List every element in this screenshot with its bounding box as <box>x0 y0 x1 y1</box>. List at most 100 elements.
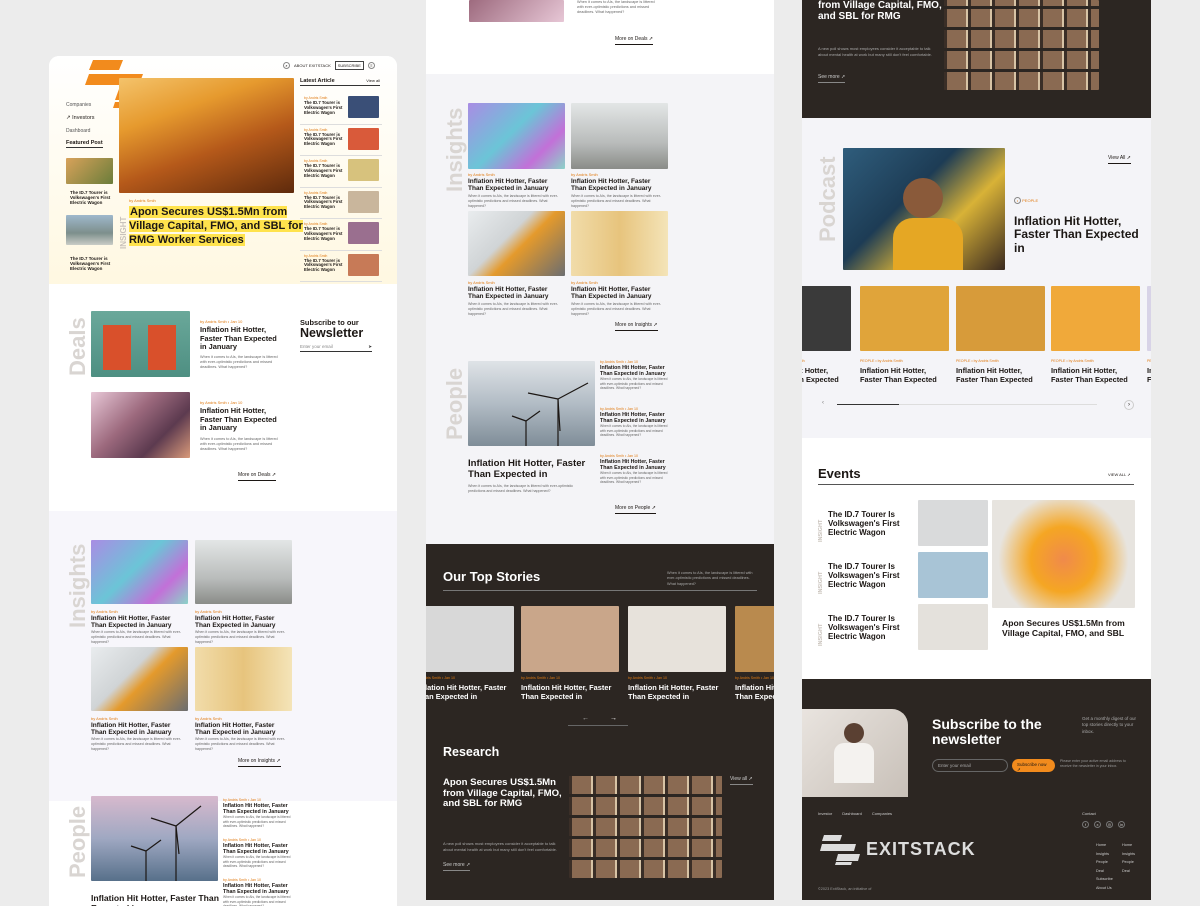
latest-item-image[interactable] <box>348 127 379 150</box>
facebook-icon[interactable]: f <box>1082 821 1089 828</box>
more-on-deals-top[interactable]: More on Deals ➚ <box>615 36 654 45</box>
footer-nav-link[interactable]: About Us <box>1096 884 1113 893</box>
story-image[interactable] <box>628 606 726 672</box>
research-image[interactable] <box>569 773 722 878</box>
events-feature-title[interactable]: Apon Secures US$1.5Mn from Village Capit… <box>1002 618 1132 638</box>
nav-investors[interactable]: Investors <box>72 115 94 121</box>
people2-main-title[interactable]: Inflation Hit Hotter, Faster Than Expect… <box>468 458 598 480</box>
people-main-title[interactable]: Inflation Hit Hotter, Faster Than Expect… <box>91 893 221 906</box>
footer-nav-link[interactable]: Insights <box>1122 850 1135 859</box>
podcast-card-title[interactable]: Inflation Hit Hotter, Faster Than Expect… <box>1051 366 1141 384</box>
podcast-card-title[interactable]: Inflation Hit Hotter, Faster Than Expect… <box>956 366 1046 384</box>
podcast-card-title[interactable]: Inflation Hit Hotter, Faster Than Expect… <box>1147 366 1151 384</box>
story-image[interactable] <box>426 606 514 672</box>
latest-item[interactable]: by Andris Smih The ID.7 Tourer is Volkswa… <box>300 219 382 251</box>
nav-dashboard[interactable]: Dashboard <box>66 125 94 138</box>
latest-item-title[interactable]: The ID.7 Tourer is Volkswagen's First El… <box>304 226 348 242</box>
featured-image-1[interactable] <box>66 158 113 184</box>
people-list-item[interactable]: by Andris Smih • Jan 10 Inflation Hit Hot… <box>600 454 670 501</box>
insights-image-1[interactable] <box>91 540 188 604</box>
insights2-title-4[interactable]: Inflation Hit Hotter, Faster Than Expect… <box>571 286 663 301</box>
people-list-item[interactable]: by Andris Smih • Jan 10 Inflation Hit Hot… <box>223 878 293 906</box>
events-view-all[interactable]: VIEW ALL ➚ <box>1108 472 1131 477</box>
people-list-item[interactable]: by Andris Smih • Jan 10 Inflation Hit Hot… <box>223 838 293 878</box>
more-on-insights-link[interactable]: More on Insights ➚ <box>238 758 281 767</box>
story-card[interactable]: by Andris Smith • Jan 10 Inflation Hit Ho… <box>426 606 514 706</box>
insights-title-1[interactable]: Inflation Hit Hotter, Faster Than Expect… <box>91 615 183 630</box>
carousel-next-icon[interactable]: → <box>610 715 617 722</box>
insights-image-4[interactable] <box>195 647 292 711</box>
deals-image-1[interactable] <box>91 311 190 377</box>
people-item-title[interactable]: Inflation Hit Hotter, Faster Than Expect… <box>223 803 293 815</box>
footer-nav-link[interactable]: Deal <box>1096 867 1113 876</box>
event-item[interactable]: INSIGHT The ID.7 Tourer Is Volkswagen's F… <box>818 500 993 552</box>
subscribe-button[interactable]: SUBSCRIBE <box>334 61 364 70</box>
latest-item[interactable]: by Andris Smih The ID.7 Tourer is Volkswa… <box>300 188 382 219</box>
podcast-view-all[interactable]: View All ➚ <box>1108 155 1132 164</box>
latest-view-all[interactable]: View all <box>366 78 380 84</box>
podcast-hero-title[interactable]: Inflation Hit Hotter, Faster Than Expect… <box>1014 214 1139 255</box>
insights-title-4[interactable]: Inflation Hit Hotter, Faster Than Expect… <box>195 722 287 737</box>
people-item-title[interactable]: Inflation Hit Hotter, Faster Than Expect… <box>223 883 293 895</box>
insights2-image-2[interactable] <box>571 103 668 169</box>
latest-item[interactable]: by Andris Smih The ID.7 Tourer is Volkswa… <box>300 125 382 156</box>
story-image[interactable] <box>521 606 619 672</box>
latest-item[interactable]: by Andris Smih The ID.7 Tourer is Volkswa… <box>300 93 382 125</box>
latest-item-title[interactable]: The ID.7 Tourer is Volkswagen's First El… <box>304 132 348 148</box>
events-feature-image[interactable] <box>992 500 1135 608</box>
people-list-item[interactable]: by Andris Smih • Jan 10 Inflation Hit Hot… <box>223 798 293 838</box>
footer-nav-link[interactable]: Home <box>1122 841 1135 850</box>
more-on-insights-2[interactable]: More on Insights ➚ <box>615 322 658 331</box>
footer-nav-link[interactable]: Home <box>1096 841 1113 850</box>
subscribe-email-input[interactable]: Enter your email <box>932 759 1008 772</box>
deals-title-1[interactable]: Inflation Hit Hotter, Faster Than Expect… <box>200 325 282 352</box>
featured-image-2[interactable] <box>66 215 113 245</box>
podcast-prev-icon[interactable]: ‹ <box>822 400 824 406</box>
latest-item-image[interactable] <box>348 96 379 118</box>
footer-nav-link[interactable]: Deal <box>1122 867 1135 876</box>
footer-nav-link[interactable]: People <box>1096 858 1113 867</box>
research-view-all[interactable]: View all ➚ <box>730 776 753 785</box>
insights-title-3[interactable]: Inflation Hit Hotter, Faster Than Expect… <box>91 722 183 737</box>
insights2-image-3[interactable] <box>468 211 565 276</box>
footer-nav-link[interactable]: Insights <box>1096 850 1113 859</box>
latest-item-image[interactable] <box>348 159 379 181</box>
about-link[interactable]: ABOUT EXITSTACK <box>294 63 331 68</box>
footer-nav-link[interactable]: Subscribe <box>1096 875 1113 884</box>
story-title[interactable]: Inflation Hit Hotter, Faster Than Expect… <box>735 683 774 701</box>
people-list-item[interactable]: by Andris Smih • Jan 10 Inflation Hit Hot… <box>600 360 670 407</box>
deals-image-2[interactable] <box>91 392 190 458</box>
story-card[interactable]: by Andris Smith • Jan 10 Inflation Hit Ho… <box>521 606 619 706</box>
story-title[interactable]: Inflation Hit Hotter, Faster Than Expect… <box>426 683 514 701</box>
people-item-title[interactable]: Inflation Hit Hotter, Faster Than Expect… <box>223 843 293 855</box>
people2-image[interactable] <box>468 361 595 446</box>
people-item-title[interactable]: Inflation Hit Hotter, Faster Than Expect… <box>600 412 670 424</box>
carousel-prev-icon[interactable]: ← <box>582 715 589 722</box>
featured-title-1[interactable]: The ID.7 Tourer is Volkswagen's First El… <box>70 190 116 206</box>
event-image[interactable] <box>918 604 988 650</box>
hero-image[interactable] <box>119 78 294 193</box>
research-top-headline[interactable]: from Village Capital, FMO, and SBL for R… <box>818 0 948 22</box>
footer-nav-link[interactable]: People <box>1122 858 1135 867</box>
people-image[interactable] <box>91 796 218 881</box>
latest-item-image[interactable] <box>348 253 379 276</box>
story-card[interactable]: by Andris Smith • Jan 10 Inflation Hit Ho… <box>628 606 726 706</box>
event-image[interactable] <box>918 552 988 598</box>
podcast-card-image[interactable] <box>1051 286 1140 351</box>
insights2-title-2[interactable]: Inflation Hit Hotter, Faster Than Expect… <box>571 178 663 193</box>
footer-link[interactable]: Investor <box>818 811 832 816</box>
people-item-title[interactable]: Inflation Hit Hotter, Faster Than Expect… <box>600 365 670 377</box>
podcast-card-title[interactable]: Inflation Hit Hotter, Faster Than Expect… <box>860 366 950 384</box>
latest-item[interactable]: by Andris Smih The ID.7 Tourer is Volkswa… <box>300 156 382 188</box>
search-icon[interactable]: ⌕ <box>283 62 290 69</box>
story-image[interactable] <box>735 606 774 672</box>
more-on-people-link[interactable]: More on People ➚ <box>615 505 656 514</box>
hero-title[interactable]: Apon Secures US$1.5Mn from Village Capit… <box>129 206 304 247</box>
featured-title-2[interactable]: The ID.7 Tourer is Volkswagen's First El… <box>70 256 116 272</box>
insights-title-2[interactable]: Inflation Hit Hotter, Faster Than Expect… <box>195 615 287 630</box>
research-headline[interactable]: Apon Secures US$1.5Mn from Village Capit… <box>443 777 568 810</box>
linkedin-icon[interactable]: in <box>1118 821 1125 828</box>
podcast-card[interactable]: PEOPLE • by Andris Smith Inflation Hit Ho… <box>802 286 852 396</box>
podcast-card-title[interactable]: Inflation Hit Hotter, Faster Than Expect… <box>802 366 852 384</box>
insights-image-2[interactable] <box>195 540 292 604</box>
